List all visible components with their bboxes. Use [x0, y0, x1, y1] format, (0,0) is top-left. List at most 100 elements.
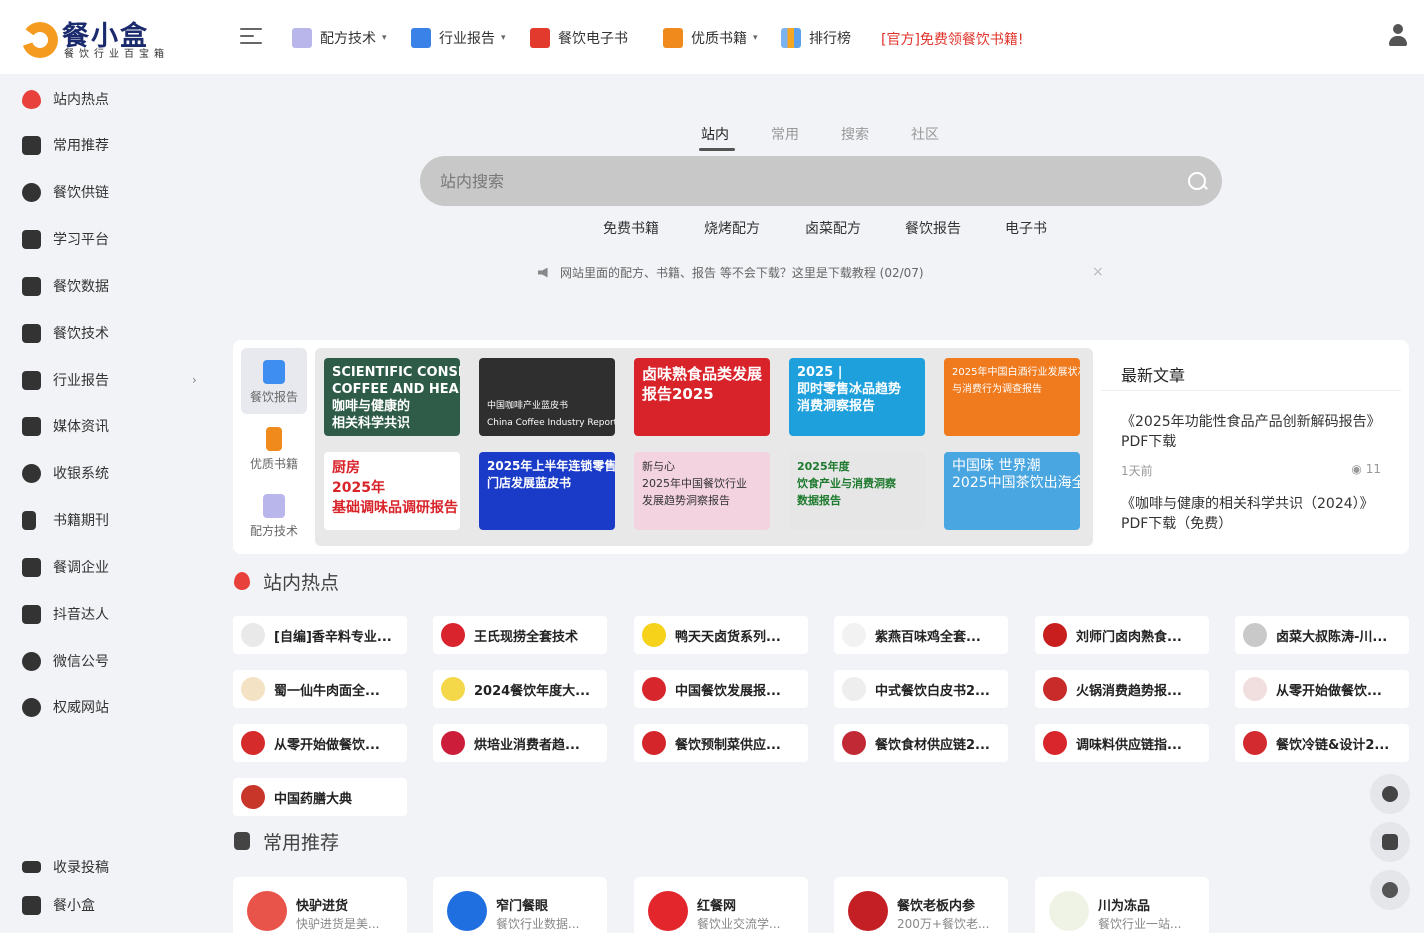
hot-item[interactable]: 从零开始做餐饮...	[233, 724, 407, 762]
site-logo[interactable]: 餐小盒 餐饮行业百宝箱	[20, 14, 190, 60]
sidebar-item-recommend[interactable]: 常用推荐	[22, 133, 109, 157]
report-card[interactable]: 2025年上半年连锁零售 门店发展蓝皮书	[479, 452, 615, 530]
fire-icon	[22, 89, 41, 109]
report-card[interactable]: 厨房 2025年 基础调味品调研报告	[324, 452, 460, 530]
site-avatar	[848, 891, 888, 931]
report-card[interactable]: 中国咖啡产业蓝皮书 China Coffee Industry Report	[479, 358, 615, 436]
hot-item-label: 餐饮预制菜供应...	[675, 737, 781, 753]
sidebar-item-label: 收银系统	[53, 466, 109, 482]
sidebar-item-learning[interactable]: 学习平台	[22, 227, 109, 251]
speaker-icon	[538, 267, 548, 278]
recommend-card[interactable]: 川为冻品 餐饮行业一站...	[1035, 877, 1209, 933]
sidebar-item-home[interactable]: 餐小盒	[22, 893, 95, 917]
featured-tab-label: 配方技术	[249, 524, 298, 538]
featured-tab-books[interactable]: 优质书籍	[241, 415, 307, 481]
featured-tab-reports[interactable]: 餐饮报告	[241, 348, 307, 414]
sidebar-item-journals[interactable]: 书籍期刊	[22, 508, 109, 532]
search-icon[interactable]	[1188, 172, 1206, 190]
menu-toggle-icon[interactable]	[240, 28, 262, 46]
hotword-link[interactable]: 电子书	[1005, 218, 1047, 238]
article-link[interactable]: 《2025年功能性食品产品创新解码报告》PDF下载	[1121, 412, 1381, 452]
featured-tab-recipes[interactable]: 配方技术	[241, 482, 307, 548]
hot-item[interactable]: 紫燕百味鸡全套...	[834, 616, 1008, 654]
sidebar-item-pos[interactable]: 收银系统	[22, 461, 109, 485]
hot-item[interactable]: 卤菜大叔陈涛-川...	[1235, 616, 1409, 654]
sidebar-item-submit[interactable]: 收录投稿	[22, 855, 109, 879]
hot-item[interactable]: 中国餐饮发展报...	[634, 670, 808, 708]
hot-item[interactable]: 烘培业消费者趋...	[433, 724, 607, 762]
nav-item-books[interactable]: 优质书籍 ▾	[663, 26, 758, 50]
report-card[interactable]: 中国味 世界潮 2025中国茶饮出海全景报告	[944, 452, 1080, 530]
nav-item-ebook[interactable]: 餐饮电子书	[530, 26, 628, 50]
hot-item[interactable]: 中国药膳大典	[233, 778, 407, 816]
item-thumbnail	[1243, 677, 1267, 701]
search-tab-site[interactable]: 站内	[701, 124, 729, 144]
sidebar-item-supply[interactable]: 餐饮供链	[22, 180, 109, 204]
hotword-link[interactable]: 免费书籍	[603, 218, 659, 238]
hot-item[interactable]: 餐饮食材供应链2...	[834, 724, 1008, 762]
close-icon[interactable]: ×	[1092, 264, 1104, 280]
hot-item[interactable]: [自编]香辛料专业...	[233, 616, 407, 654]
calculator-float-button[interactable]	[1370, 822, 1410, 862]
hotword-link[interactable]: 卤菜配方	[805, 218, 861, 238]
theme-float-button[interactable]	[1370, 870, 1410, 910]
report-card[interactable]: SCIENTIFIC CONSENSUS ON COFFEE AND HEALT…	[324, 358, 460, 436]
layers-icon	[22, 323, 41, 343]
sidebar-item-wechat[interactable]: 微信公号	[22, 649, 109, 673]
user-icon[interactable]	[1387, 24, 1409, 48]
sidebar-item-hot[interactable]: 站内热点	[22, 87, 109, 111]
sidebar-item-media[interactable]: 媒体资讯	[22, 414, 109, 438]
report-card[interactable]: 2025年中国白酒行业发展状况 与消费行为调查报告	[944, 358, 1080, 436]
recommend-card[interactable]: 餐饮老板内参 200万+餐饮老...	[834, 877, 1008, 933]
hot-item[interactable]: 餐饮冷链&设计2...	[1235, 724, 1409, 762]
report-card[interactable]: 卤味熟食品类发展 报告2025	[634, 358, 770, 436]
notice-bar[interactable]: 网站里面的配方、书籍、报告 等不会下载？这里是下载教程 (02/07)	[538, 264, 924, 281]
nav-item-report[interactable]: 行业报告 ▾	[411, 26, 506, 50]
search-tab-common[interactable]: 常用	[771, 124, 799, 144]
recommend-card[interactable]: 快驴进货 快驴进货是美...	[233, 877, 407, 933]
hot-item[interactable]: 2024餐饮年度大...	[433, 670, 607, 708]
register-icon	[22, 463, 41, 483]
latest-articles: 最新文章 《2025年功能性食品产品创新解码报告》PDF下载 1天前 ◉ 11 《…	[1101, 348, 1401, 546]
hot-item[interactable]: 从零开始做餐饮...	[1235, 670, 1409, 708]
play-icon	[22, 651, 41, 671]
article-link[interactable]: 《咖啡与健康的相关科学共识（2024）》PDF下载（免费）	[1121, 494, 1381, 534]
search-input[interactable]	[440, 169, 1140, 193]
hot-item[interactable]: 餐饮预制菜供应...	[634, 724, 808, 762]
report-card[interactable]: 新与心 2025年中国餐饮行业 发展趋势洞察报告	[634, 452, 770, 530]
recommend-card[interactable]: 窄门餐眼 餐饮行业数据...	[433, 877, 607, 933]
hot-item[interactable]: 蜀一仙牛肉面全...	[233, 670, 407, 708]
hot-item-label: 从零开始做餐饮...	[1276, 683, 1382, 699]
recommend-card[interactable]: 红餐网 餐饮业交流学...	[634, 877, 808, 933]
item-thumbnail	[842, 731, 866, 755]
hot-item[interactable]: 调味料供应链指...	[1035, 724, 1209, 762]
sidebar-item-companies[interactable]: 餐调企业	[22, 555, 109, 579]
search-tab-community[interactable]: 社区	[911, 124, 939, 144]
featured-tab-label: 餐饮报告	[249, 390, 298, 404]
hotword-link[interactable]: 餐饮报告	[905, 218, 961, 238]
hotword-link[interactable]: 烧烤配方	[704, 218, 760, 238]
hot-item[interactable]: 中式餐饮白皮书2...	[834, 670, 1008, 708]
recommend-desc: 餐饮业交流学...	[697, 917, 781, 931]
report-card[interactable]: 2025 | 即时零售冰品趋势 消费洞察报告	[789, 358, 925, 436]
sidebar-item-authority[interactable]: 权威网站	[22, 695, 109, 719]
item-thumbnail	[842, 677, 866, 701]
sidebar: 站内热点 常用推荐 餐饮供链 学习平台 餐饮数据 餐饮技术 行业报告 › 媒体资讯…	[0, 74, 215, 933]
hot-item[interactable]: 王氏现捞全套技术	[433, 616, 607, 654]
sidebar-item-tech[interactable]: 餐饮技术	[22, 321, 109, 345]
report-card[interactable]: 2025年度 饮食产业与消费洞察 数据报告	[789, 452, 925, 530]
item-thumbnail	[1043, 623, 1067, 647]
sidebar-item-douyin[interactable]: 抖音达人	[22, 602, 109, 626]
hot-item[interactable]: 鸭天天卤货系列...	[634, 616, 808, 654]
nav-promo-link[interactable]: [官方]免费领餐饮书籍!	[881, 29, 1024, 49]
sidebar-item-data[interactable]: 餐饮数据	[22, 274, 109, 298]
wechat-float-button[interactable]	[1370, 774, 1410, 814]
hot-item[interactable]: 刘师门卤肉熟食...	[1035, 616, 1209, 654]
hot-item[interactable]: 火锅消费趋势报...	[1035, 670, 1209, 708]
hot-item-label: 紫燕百味鸡全套...	[875, 629, 981, 645]
ranking-icon	[781, 28, 801, 48]
nav-item-ranking[interactable]: 排行榜	[781, 26, 851, 50]
search-tab-search[interactable]: 搜索	[841, 124, 869, 144]
nav-item-recipe[interactable]: 配方技术 ▾	[292, 26, 387, 50]
sidebar-item-reports[interactable]: 行业报告 ›	[22, 368, 202, 392]
